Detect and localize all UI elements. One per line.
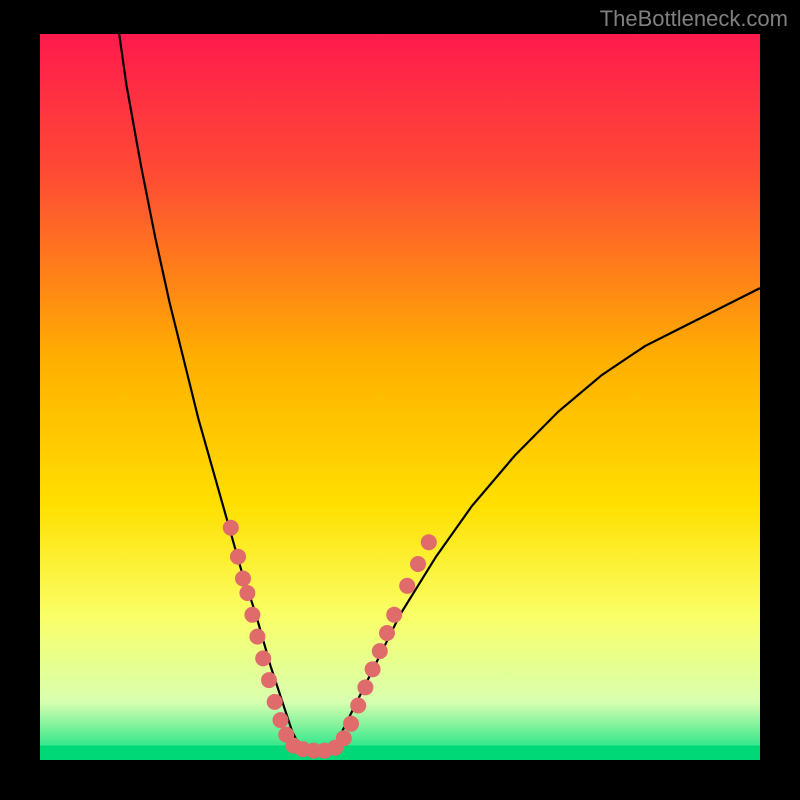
watermark-text: TheBottleneck.com [600,6,788,32]
data-dot [399,578,415,594]
data-dot [244,607,260,623]
data-dot [379,625,395,641]
data-dot [336,730,352,746]
data-dot [343,716,359,732]
data-dot [267,694,283,710]
data-dot [365,661,381,677]
data-dot [273,712,289,728]
data-dot [249,629,265,645]
floor-band [40,745,760,760]
data-dot [261,672,277,688]
data-dot [235,571,251,587]
data-dot [410,556,426,572]
data-dot [239,585,255,601]
data-dot [350,698,366,714]
data-dot [357,679,373,695]
bottleneck-chart [0,0,800,800]
data-dot [421,534,437,550]
data-dot [372,643,388,659]
data-dot [386,607,402,623]
data-dot [230,549,246,565]
frame-left [0,0,40,800]
data-dot [223,520,239,536]
frame-bottom [0,760,800,800]
gradient-background [40,34,760,760]
data-dot [255,650,271,666]
frame-right [760,0,800,800]
